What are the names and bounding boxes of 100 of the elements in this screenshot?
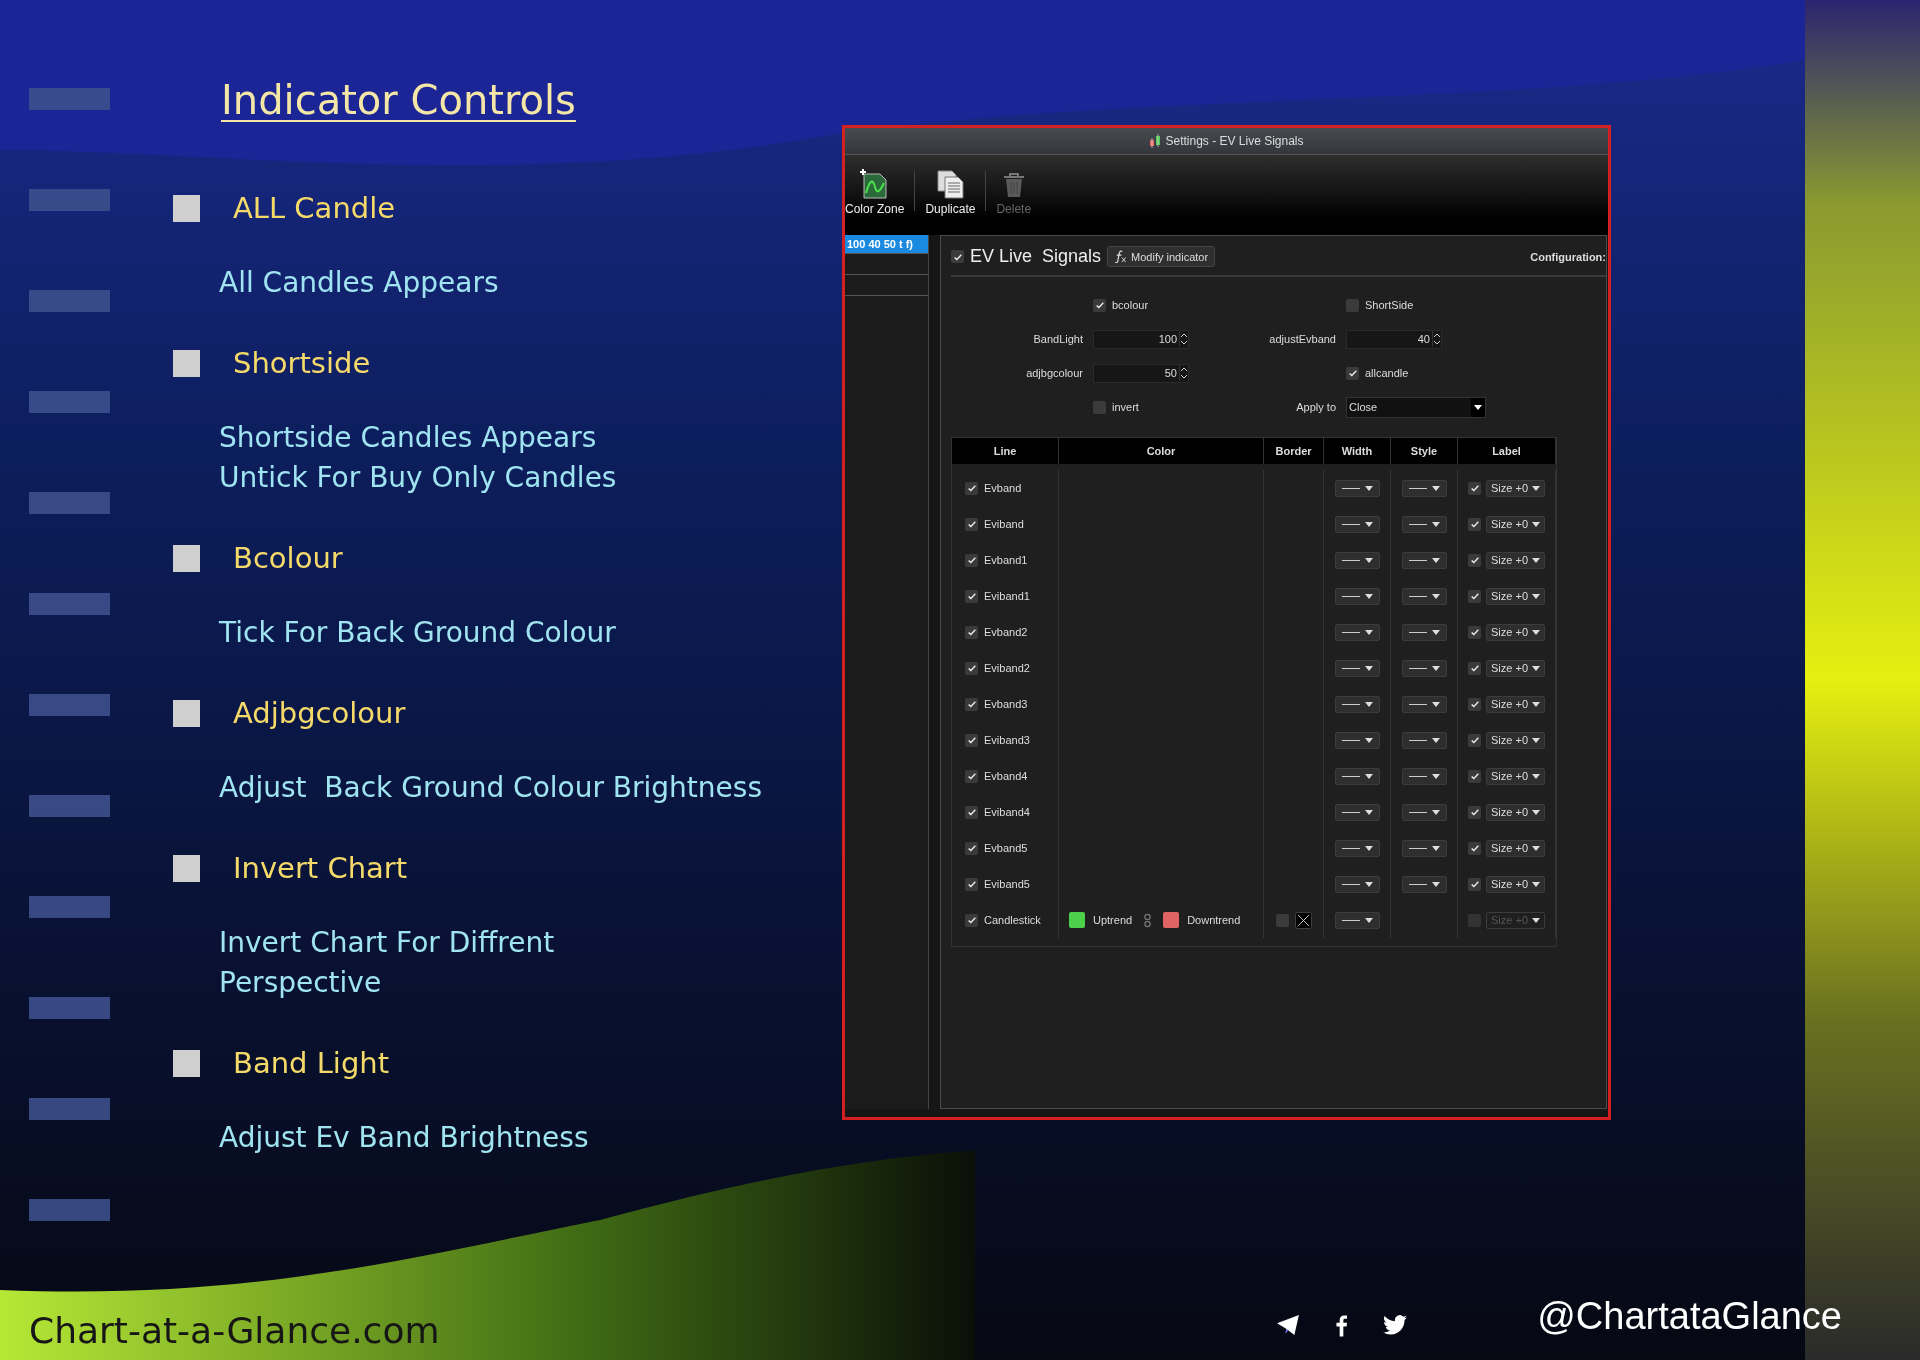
line-style-dropdown[interactable] <box>1401 587 1447 605</box>
checkbox[interactable] <box>1468 553 1481 567</box>
bullet-icon <box>173 544 200 572</box>
toolbar-button[interactable]: Color Zone <box>845 169 905 216</box>
line-style-dropdown[interactable] <box>1401 695 1447 713</box>
checkbox[interactable] <box>965 841 978 855</box>
checkbox[interactable] <box>965 805 978 819</box>
caret-icon <box>1532 881 1540 887</box>
line-style-dropdown[interactable] <box>1401 551 1447 569</box>
checkbox[interactable] <box>951 250 964 263</box>
checkbox[interactable] <box>1468 589 1481 603</box>
label-size-dropdown[interactable]: Size +0 <box>1486 479 1545 497</box>
bird-icon[interactable] <box>1383 1315 1408 1335</box>
label-size-dropdown[interactable]: Size +0 <box>1486 731 1545 749</box>
no-color-icon[interactable] <box>1294 911 1312 929</box>
checkbox[interactable] <box>965 877 978 891</box>
line-width-dropdown[interactable] <box>1334 623 1380 641</box>
checkbox[interactable] <box>1275 913 1289 927</box>
color-swatch[interactable] <box>1069 912 1085 928</box>
label-size-dropdown[interactable]: Size +0 <box>1486 695 1545 713</box>
line-width-dropdown[interactable] <box>1334 839 1380 857</box>
label-size-dropdown[interactable]: Size +0 <box>1486 767 1545 785</box>
color-label: Downtrend <box>1187 914 1241 926</box>
checkbox[interactable] <box>1468 769 1481 783</box>
bullet-icon <box>173 194 200 222</box>
label-size-dropdown[interactable]: Size +0 <box>1486 587 1545 605</box>
checkbox[interactable] <box>965 625 978 639</box>
checkbox[interactable] <box>1468 877 1481 891</box>
checkbox[interactable] <box>1468 733 1481 747</box>
label-size-dropdown[interactable]: Size +0 <box>1486 515 1545 533</box>
checkbox[interactable] <box>1468 805 1481 819</box>
line-width-dropdown[interactable] <box>1334 479 1380 497</box>
checkbox[interactable] <box>1468 841 1481 855</box>
label-size-dropdown[interactable]: Size +0 <box>1486 659 1545 677</box>
checkbox[interactable] <box>1468 625 1481 639</box>
line-style-dropdown[interactable] <box>1401 875 1447 893</box>
f-logo-icon[interactable] <box>1336 1313 1348 1337</box>
indicator-list-item[interactable]: 100 40 50 t f) <box>845 235 928 254</box>
line-width-dropdown[interactable] <box>1334 911 1380 929</box>
line-style-dropdown[interactable] <box>1401 803 1447 821</box>
color-swatch[interactable] <box>1163 912 1180 928</box>
line-style-dropdown[interactable] <box>1401 623 1447 641</box>
checkbox[interactable] <box>965 769 978 783</box>
checkbox[interactable] <box>1093 400 1106 414</box>
checkbox[interactable] <box>1346 366 1359 380</box>
checkbox[interactable] <box>965 661 978 675</box>
link-icon <box>1144 912 1152 928</box>
checkbox[interactable] <box>965 481 978 495</box>
line-style-dropdown[interactable] <box>1401 767 1447 785</box>
line-name: Eviband3 <box>984 734 1030 746</box>
number-field[interactable]: 100 <box>1093 329 1189 349</box>
field-label: Apply to <box>1295 400 1337 415</box>
line-style-dropdown[interactable] <box>1401 839 1447 857</box>
spinner-arrows-icon <box>1179 331 1188 347</box>
label-size-dropdown[interactable]: Size +0 <box>1486 803 1545 821</box>
line-width-dropdown[interactable] <box>1334 731 1380 749</box>
checkbox[interactable] <box>1346 298 1359 312</box>
line-style-dropdown[interactable] <box>1401 515 1447 533</box>
number-field[interactable]: 50 <box>1093 363 1189 383</box>
line-name: Evband4 <box>984 770 1028 782</box>
paper-plane-icon[interactable] <box>1276 1315 1301 1335</box>
checkbox[interactable] <box>1468 481 1481 495</box>
checkbox[interactable] <box>965 589 978 603</box>
checkbox[interactable] <box>1093 298 1106 312</box>
number-field[interactable]: 40 <box>1346 329 1442 349</box>
line-style-dropdown[interactable] <box>1401 479 1447 497</box>
toolbar-button[interactable]: Duplicate <box>925 169 976 216</box>
label-size-dropdown[interactable]: Size +0 <box>1486 875 1545 893</box>
label-size-dropdown[interactable]: Size +0 <box>1486 839 1545 857</box>
line-width-dropdown[interactable] <box>1334 659 1380 677</box>
line-width-dropdown[interactable] <box>1334 587 1380 605</box>
line-width-dropdown[interactable] <box>1334 695 1380 713</box>
checkbox[interactable] <box>1468 661 1481 675</box>
line-style-dropdown[interactable] <box>1401 731 1447 749</box>
line-width-dropdown[interactable] <box>1334 551 1380 569</box>
item-description: Adjust Ev Band Brightness <box>219 1120 590 1156</box>
label-size-dropdown[interactable]: Size +0 <box>1486 623 1545 641</box>
checkbox[interactable] <box>1468 517 1481 531</box>
label-size-dropdown[interactable]: Size +0 <box>1486 551 1545 569</box>
column-header: Label <box>1458 438 1556 464</box>
apply-to-dropdown[interactable]: Close <box>1346 396 1486 418</box>
line-width-dropdown[interactable] <box>1334 803 1380 821</box>
line-style-dropdown[interactable] <box>1401 659 1447 677</box>
checkbox[interactable] <box>965 697 978 711</box>
checkbox[interactable] <box>965 913 978 927</box>
checkbox[interactable] <box>965 517 978 531</box>
checkbox[interactable] <box>965 733 978 747</box>
checkbox[interactable] <box>965 553 978 567</box>
line-width-dropdown[interactable] <box>1334 875 1380 893</box>
slide-title: Indicator Controls <box>221 76 577 125</box>
line-width-dropdown[interactable] <box>1334 515 1380 533</box>
caret-icon <box>1364 773 1373 779</box>
option-label: allcandle <box>1365 367 1409 379</box>
caret-icon <box>1532 629 1540 635</box>
caret-icon <box>1431 629 1440 635</box>
checkbox[interactable] <box>1468 697 1481 711</box>
line-width-dropdown[interactable] <box>1334 767 1380 785</box>
modify-indicator-button[interactable]: Modify indicator <box>1107 246 1216 267</box>
caret-icon <box>1532 845 1540 851</box>
item-heading: ALL Candle <box>233 190 396 227</box>
